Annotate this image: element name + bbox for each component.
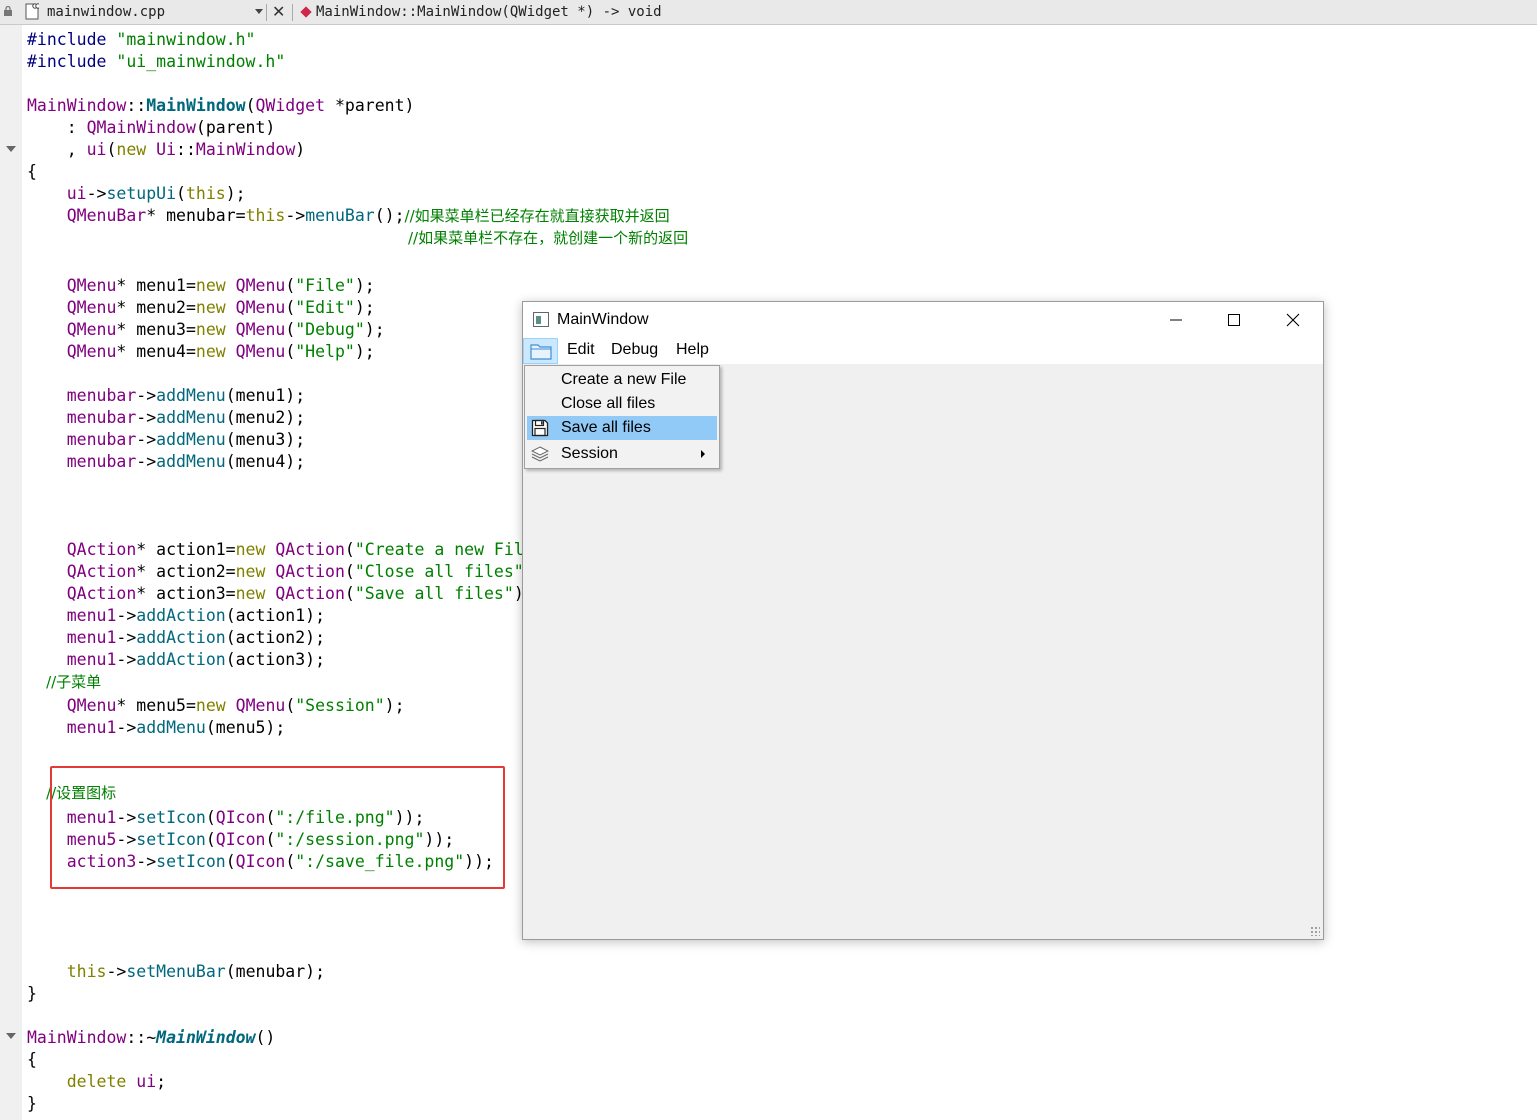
code-line: menubar->addMenu(menu4); — [27, 452, 306, 471]
menu-edit[interactable]: Edit — [567, 341, 595, 359]
code-line: menu1->addAction(action3); — [27, 650, 326, 669]
maximize-icon — [1228, 314, 1240, 326]
divider — [266, 4, 267, 21]
menu-item-close-all-files[interactable]: Close all files — [527, 392, 717, 416]
lock-icon[interactable] — [4, 6, 12, 16]
resize-grip[interactable] — [1310, 926, 1320, 936]
menu-file[interactable] — [523, 338, 558, 364]
code-line: { — [27, 1050, 37, 1069]
symbol-selector[interactable]: MainWindow::MainWindow(QWidget *) -> voi… — [316, 4, 662, 20]
menu-item-save-all-files[interactable]: Save all files — [527, 416, 717, 440]
code-line: , ui(new Ui::MainWindow) — [27, 140, 306, 159]
code-comment: //子菜单 — [27, 673, 102, 691]
code-line: QMenu* menu3=new QMenu("Debug"); — [27, 320, 385, 339]
code-line: MainWindow::~MainWindow() — [27, 1028, 276, 1047]
menu-item-create-new-file[interactable]: Create a new File — [527, 368, 717, 392]
code-line: : QMainWindow(parent) — [27, 118, 276, 137]
minimize-icon — [1170, 319, 1182, 321]
code-line: #include "ui_mainwindow.h" — [27, 52, 286, 71]
code-line: QMenu* menu4=new QMenu("Help"); — [27, 342, 375, 361]
menu-debug[interactable]: Debug — [611, 341, 658, 359]
close-icon — [1286, 313, 1300, 327]
divider — [292, 4, 293, 21]
minimize-button[interactable] — [1147, 302, 1205, 338]
window-menubar: Edit Debug Help — [523, 338, 1323, 364]
code-line: this->setMenuBar(menubar); — [27, 962, 326, 981]
code-line: } — [27, 984, 37, 1003]
app-icon — [533, 312, 549, 327]
function-symbol-icon — [300, 6, 312, 18]
menu-help[interactable]: Help — [676, 341, 709, 359]
code-line: ui->setupUi(this); — [27, 184, 246, 203]
code-line: menu1->addAction(action2); — [27, 628, 326, 647]
window-title: MainWindow — [557, 311, 649, 328]
code-line: #include "mainwindow.h" — [27, 30, 256, 49]
editor-gutter — [0, 25, 22, 1120]
code-line: menubar->addMenu(menu2); — [27, 408, 306, 427]
code-line: menu1->addAction(action1); — [27, 606, 326, 625]
code-line: } — [27, 1094, 37, 1113]
code-line: delete ui; — [27, 1072, 167, 1091]
code-line: menubar->addMenu(menu1); — [27, 386, 306, 405]
window-titlebar[interactable]: MainWindow — [523, 302, 1323, 338]
chevron-right-icon — [701, 450, 705, 458]
code-line: menubar->addMenu(menu3); — [27, 430, 306, 449]
close-button[interactable] — [1264, 302, 1322, 338]
code-line: QMenu* menu2=new QMenu("Edit"); — [27, 298, 375, 317]
menu-item-session[interactable]: Session — [527, 442, 717, 466]
chevron-down-icon[interactable] — [255, 9, 263, 14]
file-selector[interactable]: mainwindow.cpp — [47, 4, 165, 20]
file-dropdown-menu: Create a new File Close all files Save a… — [524, 365, 720, 469]
code-line: QMenu* menu5=new QMenu("Session"); — [27, 696, 405, 715]
highlight-box — [50, 766, 505, 889]
code-line: QAction* action2=new QAction("Close all … — [27, 562, 524, 581]
close-icon[interactable]: ✕ — [272, 2, 285, 21]
code-comment: //如果菜单栏不存在，就创建一个新的返回 — [408, 229, 689, 247]
code-editor[interactable]: #include "mainwindow.h" #include "ui_mai… — [27, 29, 688, 1113]
code-line: MainWindow::MainWindow(QWidget *parent) — [27, 96, 415, 115]
cpp-file-icon — [25, 3, 39, 20]
fold-arrow-icon[interactable] — [6, 1033, 16, 1039]
save-icon — [531, 419, 549, 437]
session-icon — [531, 446, 549, 462]
code-line: menu1->addMenu(menu5); — [27, 718, 286, 737]
editor-toolbar: mainwindow.cpp ✕ MainWindow::MainWindow(… — [0, 0, 1537, 25]
code-line: QAction* action1=new QAction("Create a n… — [27, 540, 524, 559]
code-line: QMenu* menu1=new QMenu("File"); — [27, 276, 375, 295]
code-line: QMenuBar* menubar=this->menuBar();//如果菜单… — [27, 206, 670, 225]
fold-arrow-icon[interactable] — [6, 146, 16, 152]
code-line: { — [27, 162, 37, 181]
folder-icon — [530, 344, 552, 360]
code-line: QAction* action3=new QAction("Save all f… — [27, 584, 524, 603]
maximize-button[interactable] — [1205, 302, 1263, 338]
